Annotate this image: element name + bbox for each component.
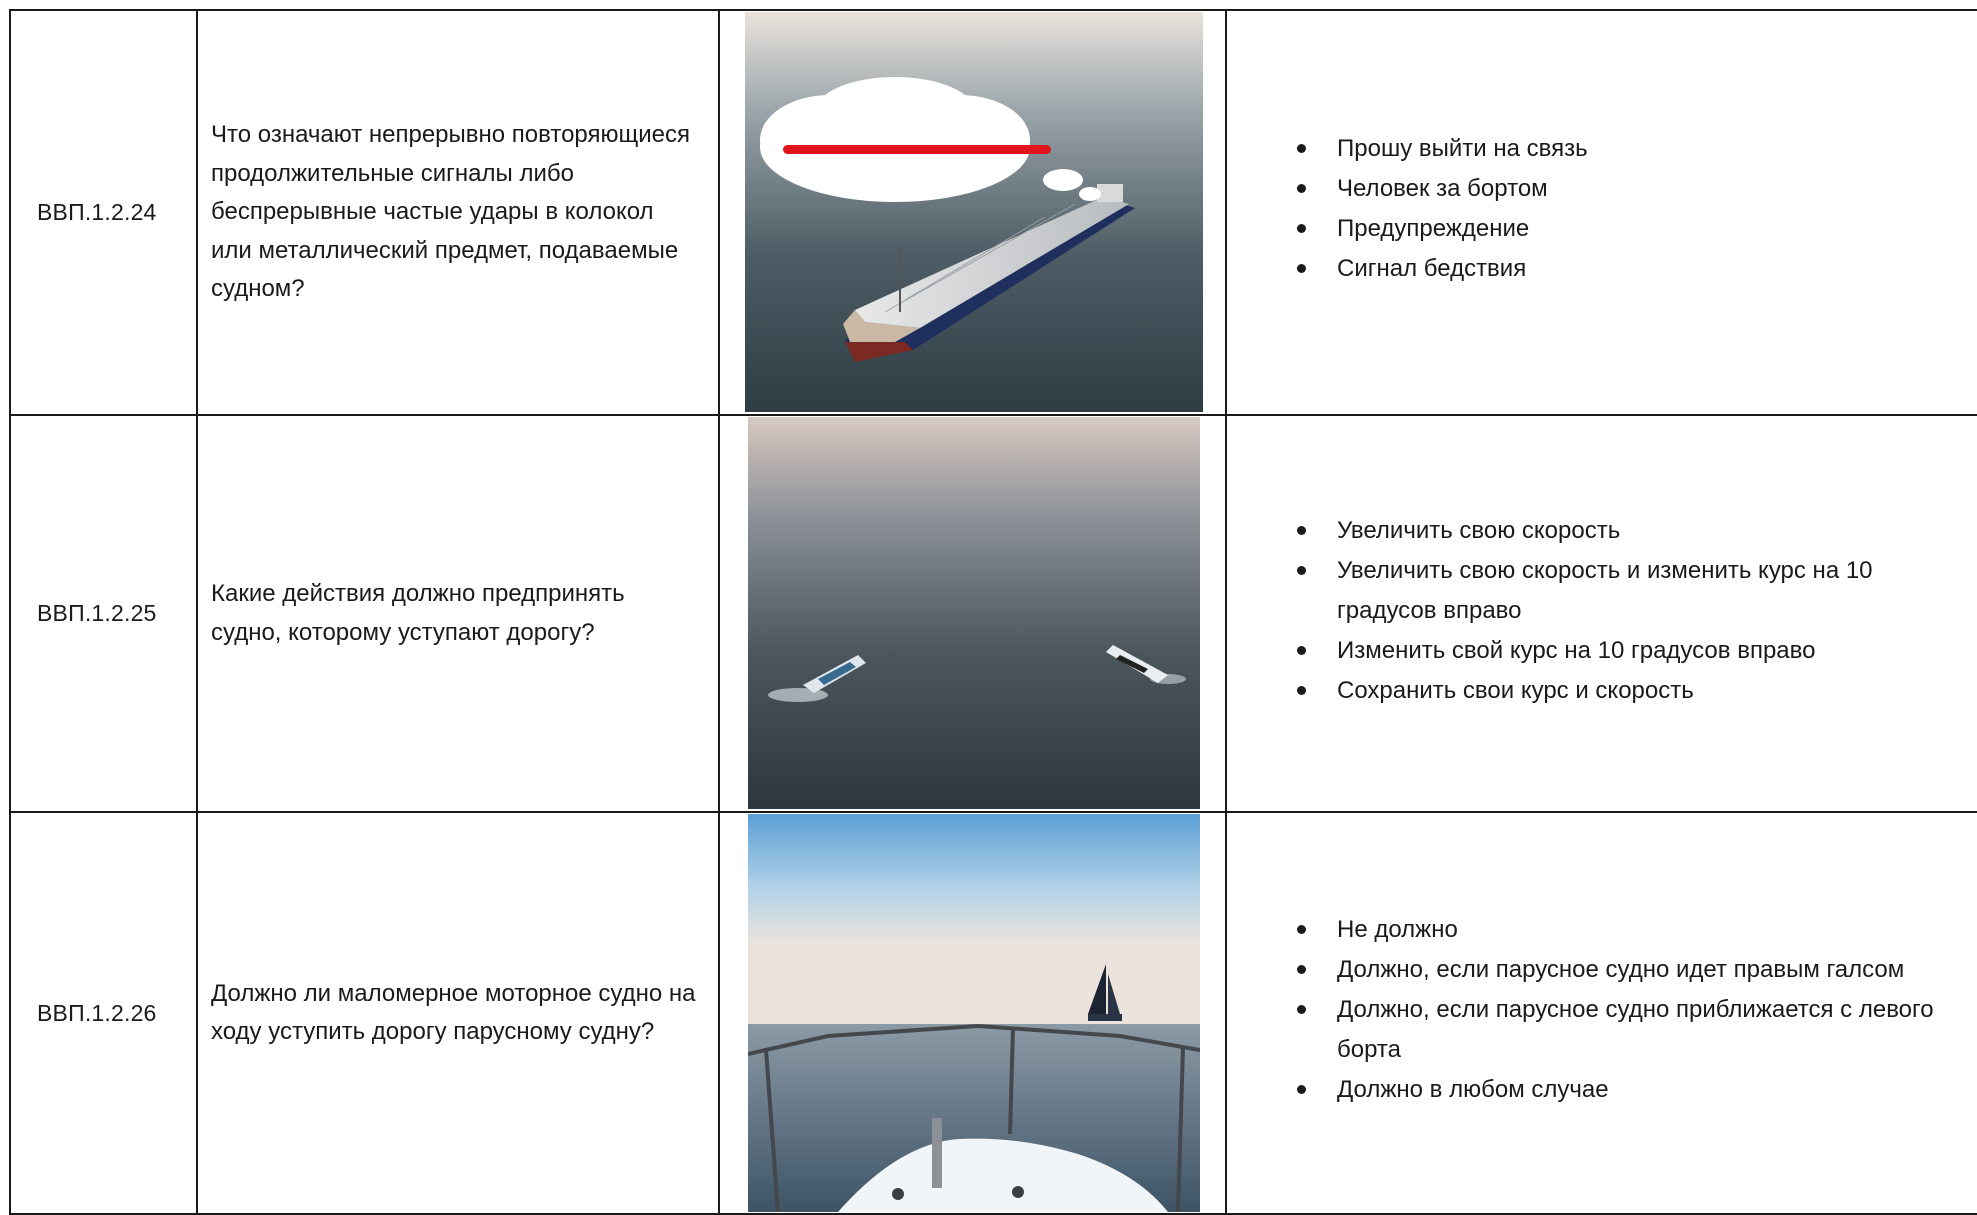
answer-option[interactable]: Увеличить свою скорость и изменить курс … (1297, 551, 1977, 631)
answer-option[interactable]: Не должно (1297, 910, 1977, 950)
answer-option[interactable]: Сохранить свои курс и скорость (1297, 671, 1977, 711)
answer-option[interactable]: Изменить свой курс на 10 градусов вправо (1297, 631, 1977, 671)
question-code: ВВП.1.2.26 (37, 999, 157, 1026)
question-text: Что означают непрерывно повторяющиеся пр… (211, 121, 690, 303)
cargo-ship-illustration (745, 12, 1203, 412)
answer-option[interactable]: Должно, если парусное судно идет правым … (1297, 950, 1977, 990)
answer-list: Не должно Должно, если парусное судно ид… (1227, 910, 1977, 1110)
bow-sailboat-illustration (748, 814, 1200, 1212)
answer-option[interactable]: Сигнал бедствия (1297, 249, 1977, 289)
question-text-cell: Какие действия должно предпринять судно,… (196, 414, 720, 813)
question-code-cell: ВВП.1.2.26 (9, 811, 198, 1215)
question-code-cell: ВВП.1.2.25 (9, 414, 198, 813)
answer-option[interactable]: Человек за бортом (1297, 169, 1977, 209)
answer-option[interactable]: Должно, если парусное судно приближается… (1297, 990, 1977, 1070)
question-code: ВВП.1.2.24 (37, 199, 157, 225)
answers-cell: Не должно Должно, если парусное судно ид… (1225, 811, 1977, 1215)
answer-option[interactable]: Должно в любом случае (1297, 1070, 1977, 1110)
illustration-cell (718, 811, 1227, 1215)
question-code: ВВП.1.2.25 (37, 600, 157, 626)
answer-list: Прошу выйти на связь Человек за бортом П… (1227, 129, 1977, 289)
answers-cell: Увеличить свою скорость Увеличить свою с… (1225, 414, 1977, 813)
answers-cell: Прошу выйти на связь Человек за бортом П… (1225, 9, 1977, 416)
table-row: ВВП.1.2.25 Какие действия должно предпри… (9, 414, 1977, 813)
table-row: ВВП.1.2.26 Должно ли маломерное моторное… (9, 811, 1977, 1215)
illustration-cell (718, 9, 1227, 416)
question-text-cell: Должно ли маломерное моторное судно на х… (196, 811, 720, 1215)
question-text: Какие действия должно предпринять судно,… (211, 580, 625, 646)
illustration-cell (718, 414, 1227, 813)
motorboats-illustration (748, 417, 1200, 809)
question-text-cell: Что означают непрерывно повторяющиеся пр… (196, 9, 720, 416)
answer-option[interactable]: Увеличить свою скорость (1297, 511, 1977, 551)
answer-list: Увеличить свою скорость Увеличить свою с… (1227, 511, 1977, 711)
question-text: Должно ли маломерное моторное судно на х… (211, 979, 696, 1046)
question-code-cell: ВВП.1.2.24 (9, 9, 198, 416)
answer-option[interactable]: Предупреждение (1297, 209, 1977, 249)
questions-table: ВВП.1.2.24 Что означают непрерывно повто… (9, 9, 1977, 1215)
answer-option[interactable]: Прошу выйти на связь (1297, 129, 1977, 169)
table-row: ВВП.1.2.24 Что означают непрерывно повто… (9, 9, 1977, 416)
